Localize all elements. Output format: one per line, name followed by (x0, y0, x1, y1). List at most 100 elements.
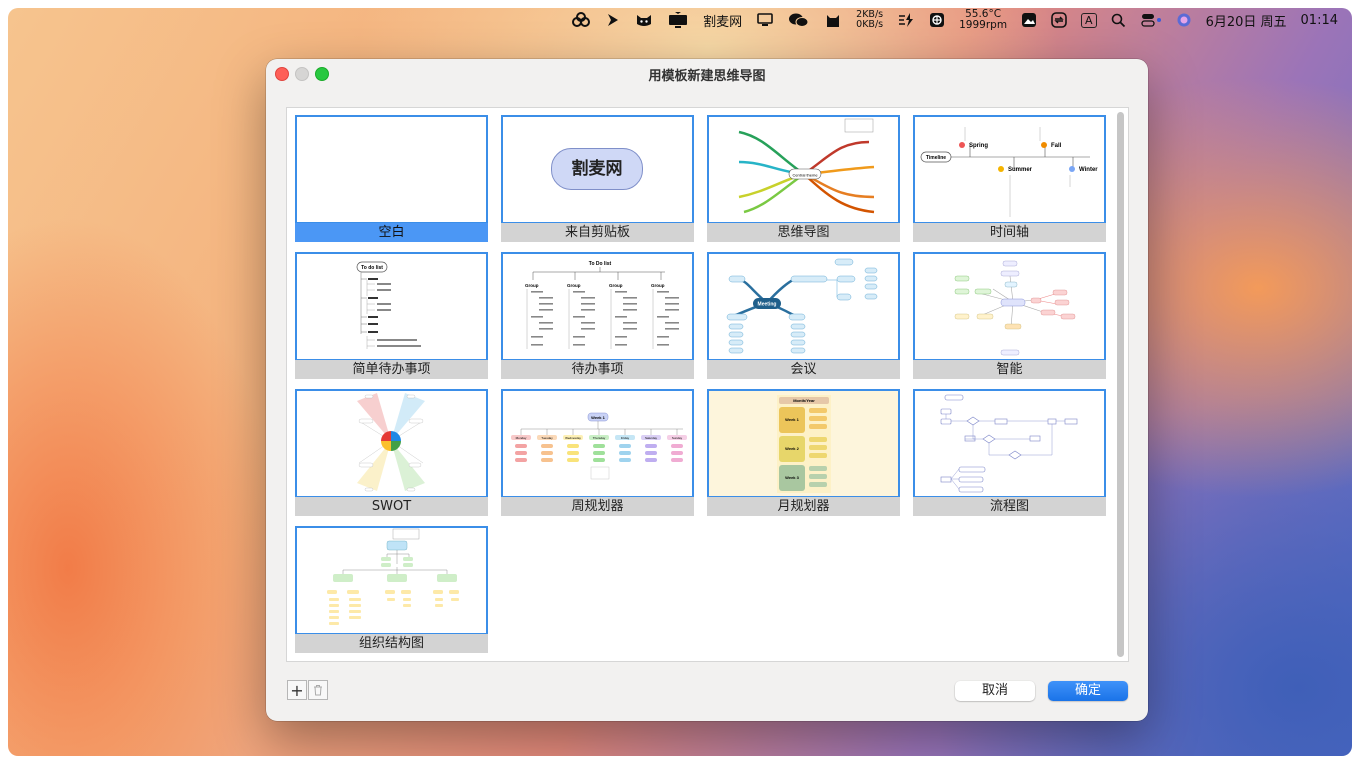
mindmap-preview: Central theme (738, 118, 875, 214)
cancel-button[interactable]: 取消 (955, 681, 1035, 701)
template-smart[interactable]: 智能 (913, 252, 1106, 379)
cat-face-icon[interactable] (628, 8, 660, 32)
template-blank[interactable]: 空白 (295, 115, 488, 242)
template-grid: 空白 割麦网 来自剪贴板 Central theme 思维导图 Timeline… (286, 107, 1129, 662)
template-thumbnail: Central theme (707, 115, 900, 224)
meeting-preview: Meeting (726, 258, 878, 354)
image-icon[interactable] (1014, 8, 1044, 32)
week-day: Tuesday (541, 436, 553, 440)
template-thumbnail: To do list (295, 252, 488, 361)
display-icon[interactable] (749, 8, 781, 32)
swot-preview (357, 393, 425, 492)
template-label: 月规划器 (707, 497, 900, 516)
week-day: Wednesday (565, 436, 581, 440)
todo-group: Group (609, 283, 623, 288)
net-down-value: 0KB/s (856, 19, 884, 30)
network-speed: 2KB/s 0KB/s (849, 8, 890, 32)
template-label: 待办事项 (501, 360, 694, 379)
timeline-node: Fall (1051, 143, 1062, 149)
template-flowchart[interactable]: 流程图 (913, 389, 1106, 516)
template-org-chart[interactable]: 组织结构图 (295, 526, 488, 653)
template-clipboard[interactable]: 割麦网 来自剪贴板 (501, 115, 694, 242)
week-day: Thursday (593, 436, 606, 440)
input-source-indicator[interactable]: A (1074, 8, 1104, 32)
add-template-button[interactable]: + (287, 680, 307, 700)
menu-bar: 割麦网 2KB/s 0KB/s 55.6°C 1999rpm A 6月20日 周… (8, 8, 1352, 32)
template-label: 组织结构图 (295, 634, 488, 653)
template-thumbnail: Timeline Spring Summer Fall Winter (913, 115, 1106, 224)
month-planner-title: Month/Year (793, 398, 815, 403)
template-label: 周规划器 (501, 497, 694, 516)
clipboard-preview-bubble: 割麦网 (551, 148, 643, 190)
control-center-icon[interactable] (1133, 8, 1169, 32)
menubar-date[interactable]: 6月20日 周五 (1199, 8, 1294, 32)
template-simple-todo[interactable]: To do list 简单待办事项 (295, 252, 488, 379)
confirm-button[interactable]: 确定 (1048, 681, 1128, 701)
mindmap-central-topic: Central theme (792, 173, 818, 178)
template-thumbnail: Meeting (707, 252, 900, 361)
simple-todo-root: To do list (361, 265, 383, 271)
cat-icon[interactable] (817, 8, 849, 32)
month-week: Week 1 (785, 417, 799, 422)
window-title: 用模板新建思维导图 (648, 69, 766, 84)
timeline-node: Summer (1008, 167, 1033, 173)
template-label: 思维导图 (707, 223, 900, 242)
siri-icon[interactable] (1169, 8, 1199, 32)
template-thumbnail (913, 389, 1106, 498)
org-chart-preview (327, 528, 459, 625)
monitor-shield-icon[interactable] (660, 8, 696, 32)
app-name-label[interactable]: 割麦网 (696, 8, 749, 32)
template-swot[interactable]: SWOT (295, 389, 488, 516)
template-thumbnail (295, 115, 488, 224)
sensor-readout: 55.6°C 1999rpm (952, 8, 1014, 32)
template-thumbnail (295, 526, 488, 635)
input-source-label: A (1081, 12, 1097, 28)
template-thumbnail (913, 252, 1106, 361)
template-thumbnail: 割麦网 (501, 115, 694, 224)
template-month-planner[interactable]: Month/Year Week 1 Week 2 Week 3 月规划器 (707, 389, 900, 516)
template-label: 会议 (707, 360, 900, 379)
vertical-scrollbar[interactable] (1117, 112, 1124, 657)
week-planner-preview: Week 1 Monday Tuesday Wednesday Thursday… (511, 412, 687, 480)
month-week: Week 2 (785, 446, 799, 451)
template-timeline[interactable]: Timeline Spring Summer Fall Winter 时间轴 (913, 115, 1106, 242)
new-from-template-dialog: 用模板新建思维导图 空白 割麦网 来自剪贴板 Central theme 思维导… (266, 59, 1148, 721)
month-planner-preview: Month/Year Week 1 Week 2 Week 3 (777, 395, 831, 493)
week-planner-title: Week 1 (591, 415, 605, 420)
timeline-root: Timeline (926, 155, 946, 161)
week-day: Monday (516, 436, 527, 440)
sync-icon[interactable] (1044, 8, 1074, 32)
play-icon[interactable] (598, 8, 628, 32)
template-thumbnail: Month/Year Week 1 Week 2 Week 3 (707, 389, 900, 498)
template-thumbnail: Week 1 Monday Tuesday Wednesday Thursday… (501, 389, 694, 498)
timeline-node: Spring (969, 143, 988, 149)
template-label: 来自剪贴板 (501, 223, 694, 242)
week-day: Saturday (645, 436, 658, 440)
template-todo[interactable]: To Do list Group Group Group Group 待办事项 (501, 252, 694, 379)
month-week: Week 3 (785, 475, 799, 480)
template-label: SWOT (295, 497, 488, 516)
title-bar: 用模板新建思维导图 (266, 59, 1148, 87)
template-label: 时间轴 (913, 223, 1106, 242)
search-icon[interactable] (1104, 8, 1133, 32)
template-label: 流程图 (913, 497, 1106, 516)
desktop-wallpaper: 割麦网 2KB/s 0KB/s 55.6°C 1999rpm A 6月20日 周… (8, 8, 1352, 756)
template-thumbnail (295, 389, 488, 498)
power-icon[interactable] (890, 8, 922, 32)
template-week-planner[interactable]: Week 1 Monday Tuesday Wednesday Thursday… (501, 389, 694, 516)
cloud-sync-icon[interactable] (564, 8, 598, 32)
template-mindmap[interactable]: Central theme 思维导图 (707, 115, 900, 242)
template-label: 简单待办事项 (295, 360, 488, 379)
meeting-central-topic: Meeting (758, 302, 777, 308)
fan-icon[interactable] (922, 8, 952, 32)
template-meeting[interactable]: Meeting 会议 (707, 252, 900, 379)
flowchart-preview (940, 394, 1078, 493)
todo-group: Group (651, 283, 665, 288)
week-day: Sunday (672, 436, 683, 440)
delete-template-button (308, 680, 328, 700)
wechat-icon[interactable] (781, 8, 817, 32)
timeline-node: Winter (1079, 167, 1098, 173)
simple-todo-preview: To do list (356, 261, 421, 349)
template-thumbnail: To Do list Group Group Group Group (501, 252, 694, 361)
menubar-time[interactable]: 01:14 (1294, 8, 1352, 32)
